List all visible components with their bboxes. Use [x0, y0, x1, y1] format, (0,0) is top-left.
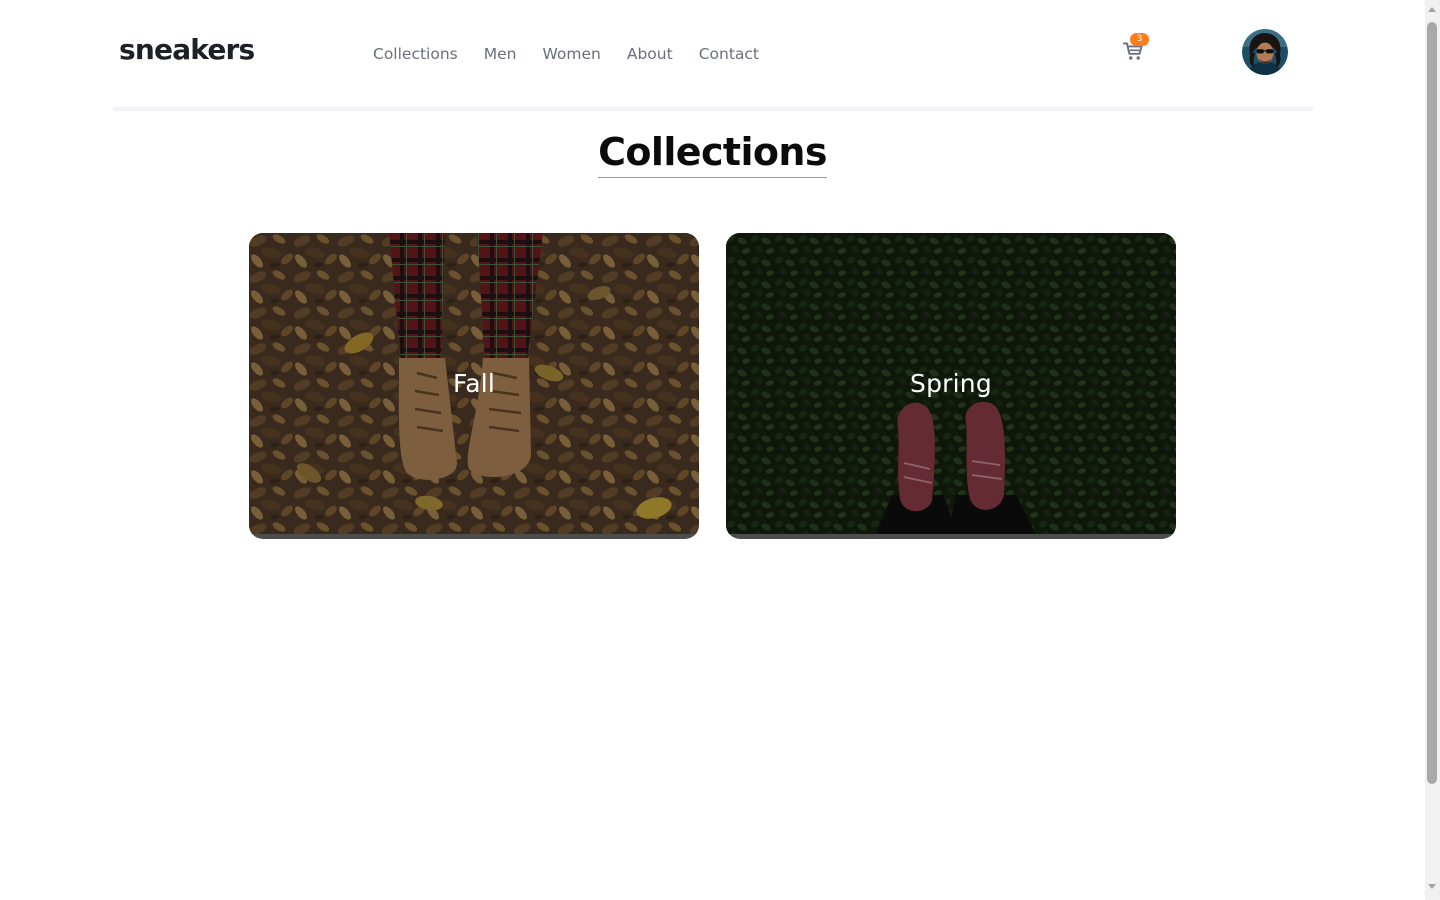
title-section: Collections [0, 128, 1425, 178]
collection-card-fall[interactable]: Fall [249, 233, 699, 539]
scrollbar-thumb[interactable] [1427, 22, 1437, 784]
scroll-down-arrow-icon[interactable] [1428, 884, 1436, 889]
spring-collection-label: Spring [910, 369, 992, 398]
site-header: sneakers Collections Men Women About Con… [113, 0, 1313, 111]
avatar-photo [1242, 29, 1288, 75]
collection-card-spring[interactable]: Spring [726, 233, 1176, 539]
nav-link-about[interactable]: About [627, 43, 673, 65]
user-avatar[interactable] [1242, 29, 1288, 75]
nav-link-men[interactable]: Men [484, 43, 517, 65]
nav-link-women[interactable]: Women [542, 43, 600, 65]
logo[interactable]: sneakers [119, 32, 255, 68]
cart-button[interactable]: 3 [1121, 33, 1149, 62]
page-title: Collections [598, 128, 827, 178]
main-nav: Collections Men Women About Contact [373, 43, 759, 65]
nav-link-collections[interactable]: Collections [373, 43, 458, 65]
page: sneakers Collections Men Women About Con… [0, 0, 1440, 900]
scroll-up-arrow-icon[interactable] [1428, 7, 1436, 12]
nav-link-contact[interactable]: Contact [699, 43, 759, 65]
fall-collection-label: Fall [452, 369, 496, 398]
vertical-scrollbar[interactable] [1425, 0, 1440, 900]
cart-count-badge: 3 [1130, 33, 1149, 46]
